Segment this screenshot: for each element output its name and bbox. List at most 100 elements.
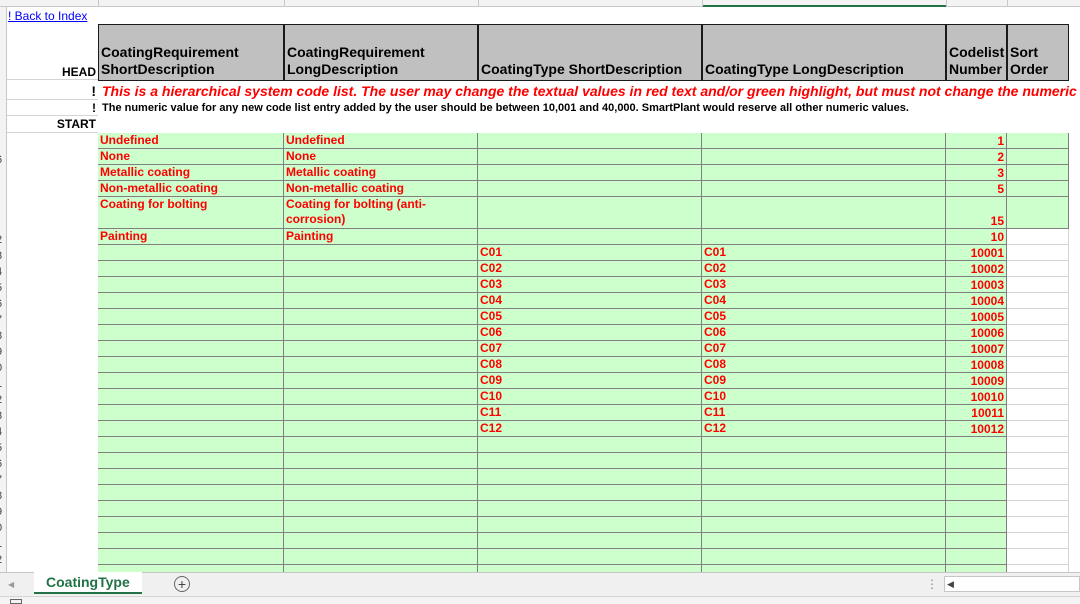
empty-cell[interactable]: [946, 501, 1007, 517]
row-number[interactable]: 9: [0, 346, 6, 358]
cell-cr-long[interactable]: [284, 405, 478, 421]
empty-cell[interactable]: [478, 437, 702, 453]
horizontal-scrollbar[interactable]: ◀: [944, 576, 1080, 592]
cell-cr-short[interactable]: [98, 277, 284, 293]
cell-ct-short[interactable]: C08: [478, 357, 702, 373]
empty-cell[interactable]: [98, 549, 284, 565]
cell-cr-short[interactable]: Painting: [98, 229, 284, 245]
row-number[interactable]: 2: [0, 234, 6, 246]
cell-ct-long[interactable]: C01: [702, 245, 946, 261]
empty-cell[interactable]: [946, 469, 1007, 485]
empty-cell[interactable]: [946, 565, 1007, 572]
row-number[interactable]: 8: [0, 490, 6, 502]
cell-ct-long[interactable]: C08: [702, 357, 946, 373]
empty-cell[interactable]: [478, 533, 702, 549]
cell-cr-short[interactable]: [98, 293, 284, 309]
cell-cr-short[interactable]: [98, 421, 284, 437]
cell-sort-order[interactable]: [1007, 293, 1069, 309]
cell-num[interactable]: 10008: [946, 357, 1007, 373]
row-number[interactable]: 6: [0, 458, 6, 470]
row-number[interactable]: 9: [0, 506, 6, 518]
cell-sort-order[interactable]: [1007, 245, 1069, 261]
empty-cell[interactable]: [1007, 533, 1069, 549]
cell-ct-short[interactable]: [478, 149, 702, 165]
row-number[interactable]: 6: [0, 154, 6, 166]
cell-cr-short[interactable]: None: [98, 149, 284, 165]
empty-cell[interactable]: [1007, 437, 1069, 453]
cell-cr-short[interactable]: [98, 373, 284, 389]
empty-cell[interactable]: [1007, 565, 1069, 572]
cell-ct-short[interactable]: C06: [478, 325, 702, 341]
header-codelist-number[interactable]: Codelist Number: [946, 24, 1007, 81]
cell-cr-long[interactable]: Coating for bolting (anti-corrosion): [284, 197, 478, 229]
empty-cell[interactable]: [702, 437, 946, 453]
empty-cell[interactable]: [702, 549, 946, 565]
empty-cell[interactable]: [478, 501, 702, 517]
empty-cell[interactable]: [702, 469, 946, 485]
cell-cr-long[interactable]: [284, 293, 478, 309]
cell-sort-order[interactable]: [1007, 341, 1069, 357]
cell-ct-long[interactable]: C07: [702, 341, 946, 357]
empty-cell[interactable]: [284, 437, 478, 453]
row-number[interactable]: 1: [0, 538, 6, 550]
row-number[interactable]: 1: [0, 378, 6, 390]
cell-sort-order[interactable]: [1007, 405, 1069, 421]
cell-ct-long[interactable]: C12: [702, 421, 946, 437]
header-coating-requirement-long[interactable]: CoatingRequirement LongDescription: [284, 24, 478, 81]
cell-ct-short[interactable]: [478, 165, 702, 181]
empty-cell[interactable]: [284, 549, 478, 565]
empty-cell[interactable]: [284, 469, 478, 485]
empty-cell[interactable]: [98, 437, 284, 453]
cell-cr-long[interactable]: Painting: [284, 229, 478, 245]
cell-ct-short[interactable]: C03: [478, 277, 702, 293]
empty-cell[interactable]: [702, 565, 946, 572]
row-number[interactable]: 7: [0, 314, 6, 326]
cell-ct-short[interactable]: C07: [478, 341, 702, 357]
cell-sort-order[interactable]: [1007, 181, 1069, 197]
cell-cr-long[interactable]: [284, 261, 478, 277]
row-number[interactable]: 0: [0, 522, 6, 534]
cell-sort-order[interactable]: [1007, 325, 1069, 341]
empty-cell[interactable]: [1007, 517, 1069, 533]
cell-ct-long[interactable]: C10: [702, 389, 946, 405]
cell-num[interactable]: 10004: [946, 293, 1007, 309]
empty-cell[interactable]: [1007, 453, 1069, 469]
cell-sort-order[interactable]: [1007, 389, 1069, 405]
header-coating-type-long[interactable]: CoatingType LongDescription: [702, 24, 946, 81]
row-number[interactable]: 0: [0, 362, 6, 374]
empty-cell[interactable]: [1007, 485, 1069, 501]
cell-ct-long[interactable]: [702, 181, 946, 197]
cell-ct-short[interactable]: [478, 181, 702, 197]
cell-num[interactable]: 1: [946, 133, 1007, 149]
cell-ct-short[interactable]: C09: [478, 373, 702, 389]
cell-num[interactable]: 10002: [946, 261, 1007, 277]
cell-num[interactable]: 10006: [946, 325, 1007, 341]
cell-ct-long[interactable]: C09: [702, 373, 946, 389]
cell-num[interactable]: 10005: [946, 309, 1007, 325]
cell-cr-long[interactable]: Metallic coating: [284, 165, 478, 181]
empty-cell[interactable]: [1007, 549, 1069, 565]
row-number[interactable]: 8: [0, 330, 6, 342]
cell-sort-order[interactable]: [1007, 277, 1069, 293]
empty-cell[interactable]: [946, 485, 1007, 501]
cell-cr-short[interactable]: [98, 325, 284, 341]
row-number[interactable]: 3: [0, 410, 6, 422]
cell-ct-long[interactable]: [702, 229, 946, 245]
cell-cr-short[interactable]: Metallic coating: [98, 165, 284, 181]
cell-ct-long[interactable]: [702, 197, 946, 229]
cell-num[interactable]: 10010: [946, 389, 1007, 405]
cell-num[interactable]: 10003: [946, 277, 1007, 293]
cell-cr-short[interactable]: [98, 405, 284, 421]
row-number[interactable]: 4: [0, 266, 6, 278]
empty-cell[interactable]: [946, 533, 1007, 549]
row-number[interactable]: 4: [0, 426, 6, 438]
cell-sort-order[interactable]: [1007, 197, 1069, 229]
cell-num[interactable]: 10009: [946, 373, 1007, 389]
empty-cell[interactable]: [98, 517, 284, 533]
cell-sort-order[interactable]: [1007, 357, 1069, 373]
empty-cell[interactable]: [946, 517, 1007, 533]
cell-ct-short[interactable]: C11: [478, 405, 702, 421]
sheet-tab-coatingtype[interactable]: CoatingType: [34, 572, 142, 594]
empty-cell[interactable]: [284, 533, 478, 549]
cell-ct-long[interactable]: [702, 149, 946, 165]
